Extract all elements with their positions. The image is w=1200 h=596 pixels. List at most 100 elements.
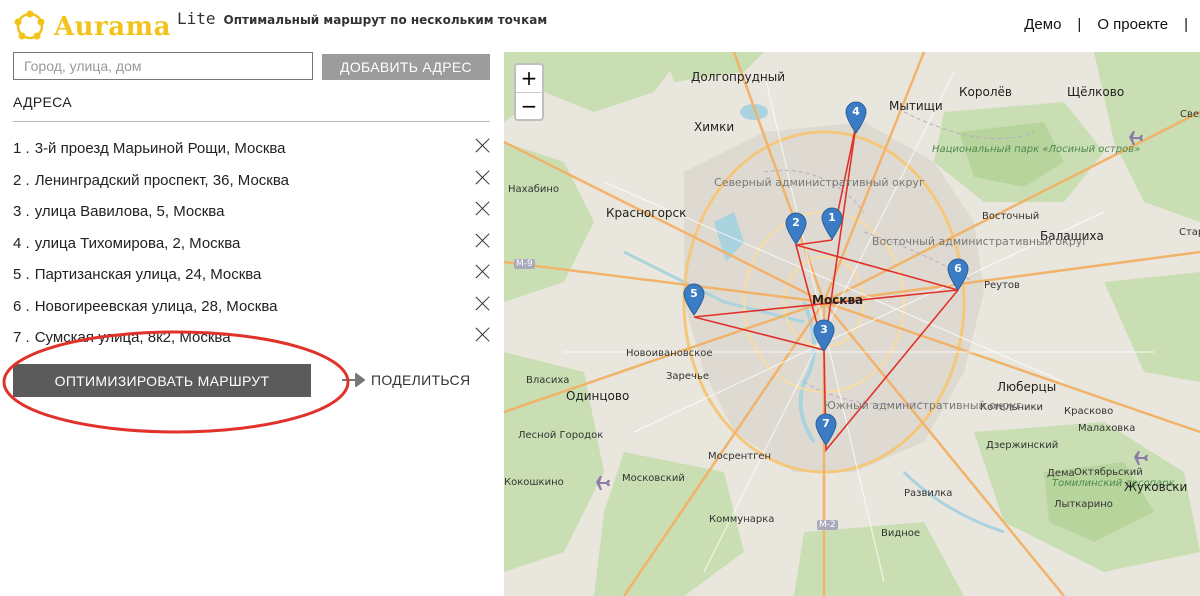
map-label: Заречье — [666, 371, 709, 382]
route-pin[interactable]: 5 — [682, 282, 706, 316]
address-number: 7 . — [13, 329, 30, 347]
route-pin-number: 3 — [820, 323, 828, 336]
address-item: 5 . Партизанская улица, 24, Москва — [13, 259, 491, 291]
map-park-label: Томилинский лесопарк — [1052, 478, 1175, 489]
map-district-label: Южный административный округ — [824, 399, 1022, 412]
map-road-label: М-2 — [817, 520, 838, 530]
map-label: Власиха — [526, 375, 570, 386]
address-text: Сумская улица, 8к2, Москва — [34, 329, 231, 347]
map-label: Королёв — [959, 85, 1012, 99]
map-label: Видное — [881, 528, 921, 539]
route-pin[interactable]: 2 — [784, 211, 808, 245]
map-district-label: Восточный административный округ — [872, 236, 1088, 248]
map-label: Химки — [694, 120, 735, 134]
address-item: 1 . 3-й проезд Марьиной Рощи, Москва — [13, 133, 491, 165]
optimize-route-button[interactable]: ОПТИМИЗИРОВАТЬ МАРШРУТ — [13, 364, 311, 397]
address-number: 2 . — [13, 171, 30, 189]
remove-address-icon[interactable] — [475, 200, 491, 216]
app-root: Aurama Lite Оптимальный маршрут по неско… — [0, 0, 1200, 596]
map-label: Малаховка — [1078, 423, 1136, 434]
map-label: Лыткарино — [1054, 499, 1113, 510]
map-label: Коммунарка — [709, 514, 775, 525]
map-label: Нахабино — [508, 184, 560, 195]
address-text: 3-й проезд Марьиной Рощи, Москва — [34, 140, 286, 158]
map-label: Новоивановское — [626, 348, 713, 359]
map-label: Лесной Городок — [518, 430, 604, 441]
brand-name: Aurama — [54, 12, 171, 42]
route-pin-number: 1 — [828, 211, 836, 224]
map-label: Красногорск — [606, 206, 687, 220]
top-nav: Демо | О проекте | — [1008, 16, 1188, 33]
address-number: 4 . — [13, 234, 30, 252]
map-view[interactable]: + − Долгопрудный Мытищи Королёв Щёлково … — [504, 52, 1200, 596]
map-label: Щёлково — [1067, 85, 1125, 99]
map-label: Октябрьский — [1074, 467, 1143, 478]
map-road-label: М-9 — [514, 259, 535, 269]
tagline: Оптимальный маршрут по нескольким точкам — [223, 13, 548, 27]
address-item: 4 . улица Тихомирова, 2, Москва — [13, 228, 491, 260]
route-pin[interactable]: 4 — [844, 100, 868, 134]
map-label: Кокошкино — [504, 477, 564, 488]
address-number: 6 . — [13, 297, 30, 315]
address-item: 6 . Новогиреевская улица, 28, Москва — [13, 291, 491, 323]
map-label: Красково — [1064, 406, 1114, 417]
route-pin[interactable]: 3 — [812, 318, 836, 352]
map-label: Свердл — [1180, 109, 1200, 120]
addresses-heading: АДРЕСА — [13, 94, 72, 110]
share-label: ПОДЕЛИТЬСЯ — [371, 372, 471, 388]
map-label: Жуковски — [1124, 480, 1188, 494]
remove-address-icon[interactable] — [475, 169, 491, 185]
route-pin-number: 4 — [852, 105, 860, 118]
zoom-in-button[interactable]: + — [516, 65, 542, 92]
map-label: Развилка — [904, 488, 953, 499]
map-label: Долгопрудный — [691, 70, 786, 84]
address-number: 3 . — [13, 203, 30, 221]
route-pin[interactable]: 1 — [820, 206, 844, 240]
remove-address-icon[interactable] — [475, 295, 491, 311]
address-item: 3 . улица Вавилова, 5, Москва — [13, 196, 491, 228]
address-text: Новогиреевская улица, 28, Москва — [34, 297, 278, 315]
route-pin[interactable]: 7 — [814, 412, 838, 446]
aurama-logo-icon — [14, 10, 45, 40]
zoom-out-button[interactable]: − — [516, 92, 542, 119]
address-text: улица Вавилова, 5, Москва — [34, 203, 225, 221]
address-number: 1 . — [13, 140, 30, 158]
route-pin-number: 5 — [690, 287, 698, 300]
map-label: Московский — [622, 473, 685, 484]
route-pin-number: 6 — [954, 262, 962, 275]
address-search-input[interactable] — [13, 52, 313, 80]
map-label: Мытищи — [889, 99, 943, 113]
remove-address-icon[interactable] — [475, 232, 491, 248]
address-text: улица Тихомирова, 2, Москва — [34, 234, 241, 252]
map-label: Восточный — [982, 211, 1040, 222]
zoom-control: + − — [514, 63, 544, 121]
brand-edition: Lite — [176, 9, 216, 28]
map-label: Москва — [812, 293, 864, 307]
share-button[interactable]: ПОДЕЛИТЬСЯ — [340, 370, 470, 390]
nav-separator: | — [1077, 16, 1082, 33]
map-label: Мосрентген — [708, 451, 772, 462]
share-arrow-icon — [342, 373, 365, 387]
logo[interactable]: Aurama Lite Оптимальный маршрут по неско… — [12, 8, 547, 44]
add-address-button[interactable]: ДОБАВИТЬ АДРЕС — [322, 54, 490, 80]
remove-address-icon[interactable] — [475, 137, 491, 153]
divider — [13, 121, 490, 122]
address-text: Партизанская улица, 24, Москва — [34, 266, 262, 284]
map-label: Одинцово — [566, 389, 630, 403]
nav-about-link[interactable]: О проекте — [1097, 16, 1168, 33]
map-park-label: Национальный парк «Лосиный остров» — [932, 144, 1140, 155]
route-pin-number: 2 — [792, 216, 800, 229]
map-label: Стар — [1179, 227, 1200, 238]
map-label: Люберцы — [997, 380, 1057, 394]
address-item: 7 . Сумская улица, 8к2, Москва — [13, 322, 491, 354]
nav-demo-link[interactable]: Демо — [1024, 16, 1061, 33]
remove-address-icon[interactable] — [475, 326, 491, 342]
address-item: 2 . Ленинградский проспект, 36, Москва — [13, 165, 491, 197]
nav-separator: | — [1184, 16, 1188, 33]
remove-address-icon[interactable] — [475, 263, 491, 279]
address-number: 5 . — [13, 266, 30, 284]
map-label: Дзержинский — [986, 440, 1059, 451]
route-pin-number: 7 — [822, 417, 830, 430]
address-text: Ленинградский проспект, 36, Москва — [34, 171, 289, 189]
route-pin[interactable]: 6 — [946, 257, 970, 291]
